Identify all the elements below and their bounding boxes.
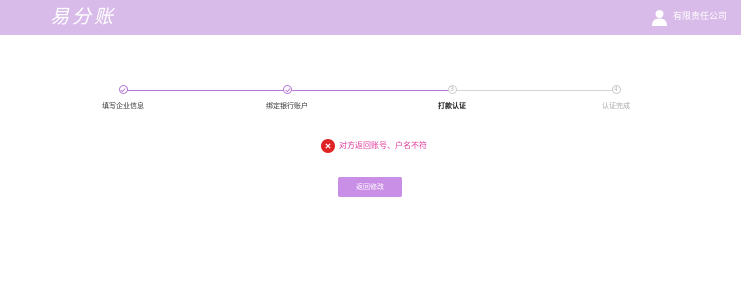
error-message-row: 对方返回账号、户名不符 <box>321 138 427 153</box>
app-logo[interactable]: 易分账 <box>50 5 116 29</box>
top-header-bar: 易分账 有限责任公司 <box>0 0 741 35</box>
step-1-circle <box>118 85 128 94</box>
step-3-circle: 3 <box>447 85 457 94</box>
step-4-circle: 4 <box>611 85 621 94</box>
step-4-label: 认证完成 <box>602 102 630 110</box>
step-4-number: 4 <box>614 85 618 93</box>
step-1-label: 填写企业信息 <box>102 102 144 110</box>
close-circle-icon <box>321 138 335 153</box>
step-2-label: 绑定银行账户 <box>266 102 308 110</box>
step-2-circle <box>283 85 292 94</box>
back-to-edit-button[interactable]: 返回修改 <box>338 177 402 197</box>
company-name-link[interactable]: 有限责任公司 <box>673 11 727 23</box>
step-3-label: 打款认证 <box>438 102 466 110</box>
check-icon <box>120 87 126 92</box>
check-icon <box>284 87 291 92</box>
user-avatar-icon[interactable] <box>651 9 668 26</box>
step-3-number: 3 <box>450 85 454 93</box>
error-message-text: 对方返回账号、户名不符 <box>339 140 427 150</box>
progress-line-pending <box>452 90 616 91</box>
